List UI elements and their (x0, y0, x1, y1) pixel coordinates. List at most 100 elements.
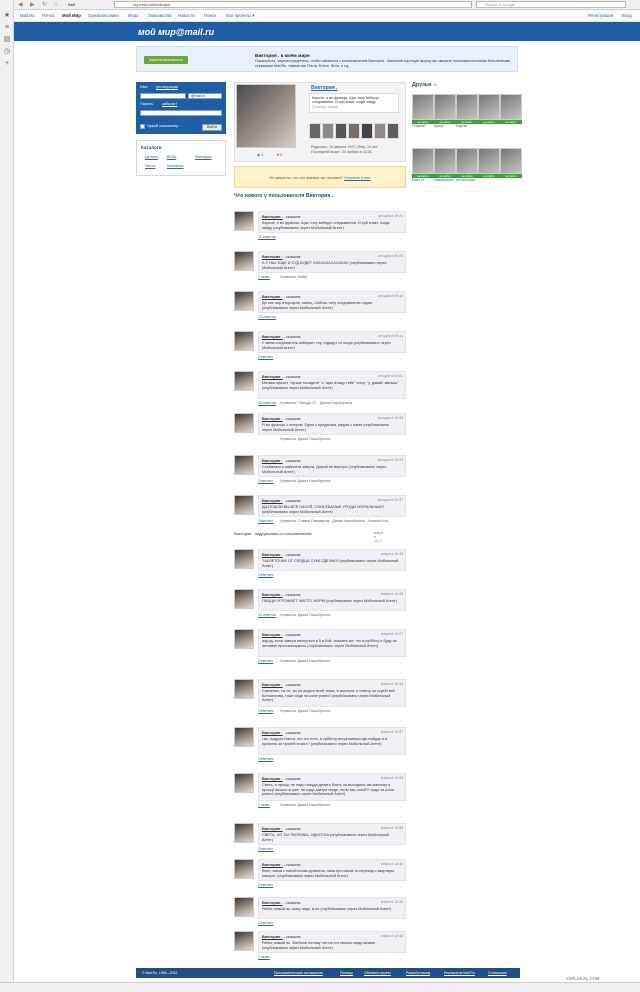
likes-text[interactable]: Нравится: "Зануда :D" , Диана Нарыбулина (280, 401, 352, 405)
comments-link[interactable]: Ответить (258, 519, 273, 523)
avatar[interactable] (234, 859, 254, 879)
avatar[interactable] (234, 629, 254, 649)
address-bar[interactable]: my.mail.ru/bk/vikapo/ (114, 1, 472, 8)
comments-link[interactable]: Ответить (258, 479, 273, 483)
avatar[interactable] (234, 455, 254, 475)
nav-news[interactable]: Новости (178, 13, 195, 18)
register-button[interactable]: Зарегистрироваться (144, 56, 188, 64)
comments-link[interactable]: 1 ответ (258, 275, 270, 279)
comments-link[interactable]: 11 ответов (258, 235, 276, 239)
menu-icon[interactable]: ≡ (3, 24, 11, 32)
comments-link[interactable]: Ответить (258, 709, 273, 713)
comments-link[interactable]: 13 ответов (258, 315, 276, 319)
avatar[interactable] (234, 413, 254, 433)
plus-icon[interactable]: + (3, 60, 11, 68)
avatar[interactable] (234, 495, 254, 515)
footer-link-help[interactable]: Помощь (340, 971, 353, 975)
nav-dating[interactable]: Знакомства (148, 13, 171, 18)
likes-text[interactable]: Нравится: Диана Нарыбулина (280, 613, 330, 617)
comments-link[interactable]: Ответить (258, 757, 273, 761)
nav-ok[interactable]: Одноклассники (88, 13, 119, 18)
nav-all-projects[interactable]: Все проекты ▾ (226, 13, 254, 19)
comments-link[interactable]: Ответить (258, 921, 273, 925)
avatar[interactable] (234, 589, 254, 609)
domain-select[interactable]: @mail.ru (188, 93, 222, 99)
photo-thumb[interactable] (309, 123, 321, 139)
avatar[interactable] (234, 773, 254, 793)
remember-checkbox[interactable] (140, 124, 145, 129)
footer-link-update[interactable]: Обновить проект (364, 971, 391, 975)
friend-card[interactable]: на сайте (500, 148, 522, 178)
photo-thumb[interactable] (361, 123, 373, 139)
friend-name[interactable]: Маня Ю (412, 178, 434, 182)
friend-name[interactable]: Мартин (456, 124, 478, 128)
star-icon[interactable]: ★ (3, 12, 11, 20)
likes-text[interactable]: Нравится: Диана Нарыбулина (280, 709, 330, 713)
comments-link[interactable]: Ответить (258, 573, 273, 577)
friend-photo[interactable] (478, 148, 500, 174)
forgot-link[interactable]: забыли? (162, 102, 177, 106)
friend-photo[interactable] (478, 94, 500, 120)
comments-link[interactable]: 1 ответ (258, 803, 270, 807)
nav-games[interactable]: Игры (128, 13, 138, 18)
likes-text[interactable]: Нравится: Диана Нарыбулина (280, 479, 330, 483)
catalog-colleges[interactable]: Колледжи (195, 155, 212, 159)
search-box[interactable]: Искать в Google (476, 1, 626, 8)
nav-register[interactable]: Регистрация (588, 13, 613, 18)
avatar[interactable] (234, 331, 254, 351)
footer-link-about[interactable]: О компании (488, 971, 507, 975)
comments-link[interactable]: 1 ответ (258, 955, 270, 959)
comments-link[interactable]: 30 ответов (258, 401, 276, 405)
reload-icon[interactable]: ↻ (42, 1, 47, 9)
clock-icon[interactable]: ◷ (3, 48, 11, 56)
avatar[interactable] (234, 727, 254, 747)
friend-name[interactable]: am Виктория (456, 178, 478, 182)
nav-mailru[interactable]: Mail.Ru (20, 13, 35, 18)
note-icon[interactable]: ▤ (3, 36, 11, 44)
friend-card[interactable]: на сайте (478, 148, 500, 178)
likes-text[interactable]: Нравится: Диана Нарыбулина (280, 437, 330, 441)
profile-name[interactable]: Виктория . (311, 85, 337, 91)
avatar[interactable] (234, 897, 254, 917)
avatar[interactable] (234, 549, 254, 569)
friend-card[interactable]: на сайте Мартин (456, 94, 478, 128)
photo-thumb[interactable] (322, 123, 334, 139)
avatar[interactable] (234, 211, 254, 231)
comments-link[interactable]: Ответить (258, 659, 273, 663)
register-link[interactable]: регистрация (156, 85, 178, 89)
comments-link[interactable]: 10 ответов (258, 613, 276, 617)
friend-card[interactable]: на сайте Никифорова (434, 148, 456, 182)
tab-label[interactable]: Ввб (68, 1, 75, 9)
friend-name[interactable]: Ирина (434, 124, 456, 128)
comments-link[interactable]: Ответить (258, 355, 273, 359)
friend-photo[interactable] (456, 94, 478, 120)
footer-link-ads[interactable]: Реклама на Mail.Ru (444, 971, 475, 975)
password-input[interactable] (140, 110, 222, 116)
nav-search[interactable]: Поиск (204, 13, 216, 18)
photo-thumb[interactable] (374, 123, 386, 139)
avatar[interactable] (234, 931, 254, 951)
login-submit-button[interactable]: Войти (202, 124, 222, 131)
friend-name[interactable]: Никифорова (434, 178, 456, 182)
nav-mymir[interactable]: Мой Мир (62, 13, 81, 18)
comments-link[interactable]: Ответить (258, 847, 273, 851)
avatar[interactable] (234, 371, 254, 391)
avatar[interactable] (234, 291, 254, 311)
likes-text[interactable]: Нравится: Кайф (280, 275, 307, 279)
friend-card[interactable]: на сайте Маня Ю (412, 148, 434, 182)
friend-card[interactable]: на сайте Ирина (434, 94, 456, 128)
friend-photo[interactable] (500, 94, 522, 120)
catalog-centers[interactable]: Центры (145, 155, 158, 159)
likes-text[interactable]: Нравится: Славик Пивоваров , Диана Нарыб… (280, 519, 388, 523)
comments-link[interactable]: Ответить (258, 883, 273, 887)
photo-thumb[interactable] (335, 123, 347, 139)
home-icon[interactable]: ⌂ (54, 1, 58, 9)
photo-thumb[interactable] (348, 123, 360, 139)
profile-photo[interactable] (236, 84, 296, 148)
back-icon[interactable]: ◀ (18, 1, 23, 9)
friend-photo[interactable] (500, 148, 522, 174)
friend-photo[interactable] (412, 94, 434, 120)
catalog-places[interactable]: Места (145, 164, 155, 168)
footer-link-devs[interactable]: Разработчикам (406, 971, 430, 975)
footer-link-terms[interactable]: Пользовательское соглашение (274, 971, 323, 975)
